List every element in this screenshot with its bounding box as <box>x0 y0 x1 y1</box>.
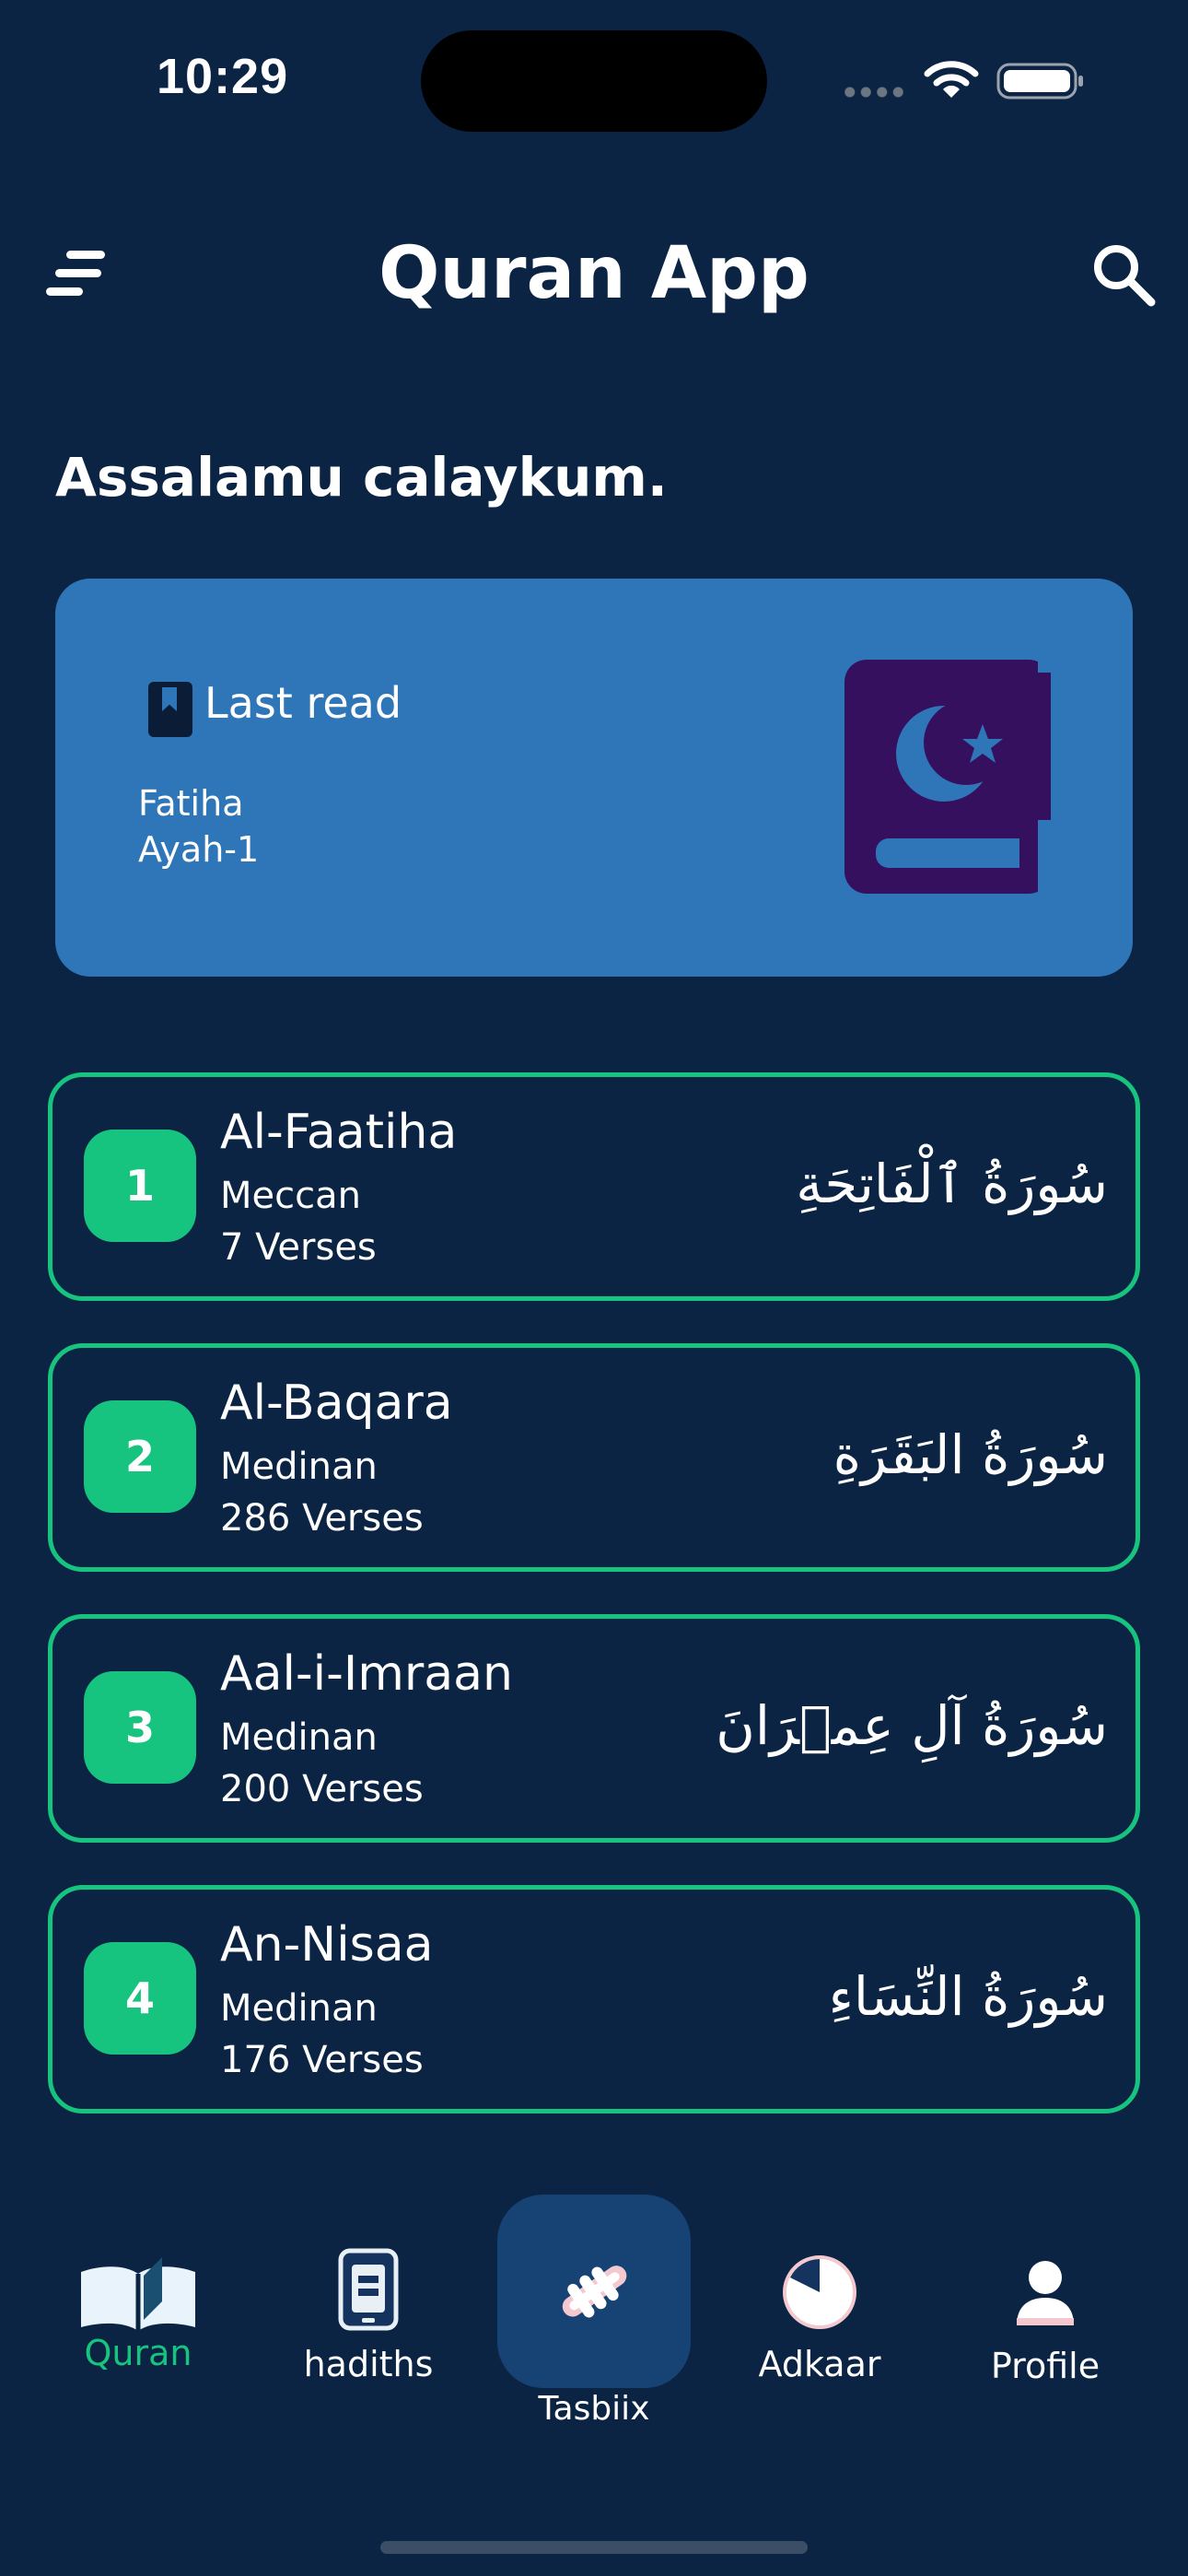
bookmark-icon <box>148 682 192 737</box>
surah-revelation-type: Medinan <box>220 1446 378 1488</box>
dynamic-island <box>421 30 767 132</box>
nav-item-tasbiix[interactable]: Tasbiix <box>502 2255 686 2428</box>
page-title: Quran App <box>379 232 809 315</box>
surah-name: An-Nisaa <box>220 1917 434 1973</box>
nav-label-tasbiix: Tasbiix <box>538 2390 650 2428</box>
surah-arabic-name: سُورَةُ البَقَرَةِ <box>833 1423 1108 1486</box>
surah-card[interactable]: 4 An-Nisaa Medinan 176 Verses سُورَةُ ال… <box>48 1885 1140 2113</box>
surah-name: Aal-i-Imraan <box>220 1646 513 1702</box>
surah-number-badge: 4 <box>84 1942 196 2055</box>
surah-revelation-type: Meccan <box>220 1175 361 1217</box>
surah-verse-count: 7 Verses <box>220 1226 377 1269</box>
surah-verse-count: 286 Verses <box>220 1497 424 1540</box>
nav-item-quran[interactable]: Quran <box>74 2255 203 2373</box>
nav-label-adkaar: Adkaar <box>758 2344 881 2384</box>
surah-card[interactable]: 2 Al-Baqara Medinan 286 Verses سُورَةُ ا… <box>48 1343 1140 1572</box>
surah-arabic-name: سُورَةُ آلِ عِمۡرَانَ <box>716 1694 1108 1757</box>
last-read-ayah: Ayah-1 <box>138 829 260 870</box>
wifi-icon <box>924 61 979 98</box>
nav-label-quran: Quran <box>84 2333 192 2373</box>
last-read-card[interactable]: Last read Fatiha Ayah-1 <box>55 579 1133 977</box>
surah-number-badge: 3 <box>84 1671 196 1784</box>
surah-name: Al-Baqara <box>220 1376 453 1431</box>
handshake-icon <box>562 2266 627 2318</box>
surah-card[interactable]: 3 Aal-i-Imraan Medinan 200 Verses سُورَة… <box>48 1614 1140 1843</box>
pie-timer-icon <box>783 2255 856 2329</box>
status-time: 10:29 <box>157 49 289 104</box>
nav-item-hadiths[interactable]: hadiths <box>295 2248 442 2384</box>
surah-verse-count: 200 Verses <box>220 1768 424 1810</box>
surah-verse-count: 176 Verses <box>220 2039 424 2081</box>
signal-icon <box>842 87 906 98</box>
surah-number-badge: 1 <box>84 1130 196 1242</box>
last-read-surah: Fatiha <box>138 783 244 824</box>
battery-icon <box>996 63 1083 100</box>
nav-item-adkaar[interactable]: Adkaar <box>746 2254 893 2384</box>
surah-arabic-name: سُورَةُ ٱلْفَاتِحَةِ <box>796 1153 1108 1215</box>
search-icon[interactable] <box>1090 241 1157 308</box>
open-book-icon <box>81 2257 195 2331</box>
surah-name: Al-Faatiha <box>220 1105 458 1160</box>
greeting-text: Assalamu calaykum. <box>55 446 668 509</box>
quran-book-icon <box>844 660 1051 894</box>
last-read-label: Last read <box>204 678 402 728</box>
nav-label-hadiths: hadiths <box>303 2344 434 2384</box>
nav-item-profile[interactable]: Profile <box>972 2259 1119 2386</box>
phone-book-icon <box>338 2248 399 2331</box>
nav-label-profile: Profile <box>990 2346 1101 2386</box>
surah-card[interactable]: 1 Al-Faatiha Meccan 7 Verses سُورَةُ ٱلْ… <box>48 1072 1140 1301</box>
surah-arabic-name: سُورَةُ النِّسَاءِ <box>828 1965 1108 2028</box>
person-icon <box>1017 2261 1074 2325</box>
surah-revelation-type: Medinan <box>220 1716 378 1759</box>
surah-number-badge: 2 <box>84 1400 196 1513</box>
home-indicator <box>380 2541 808 2554</box>
surah-revelation-type: Medinan <box>220 1987 378 2030</box>
